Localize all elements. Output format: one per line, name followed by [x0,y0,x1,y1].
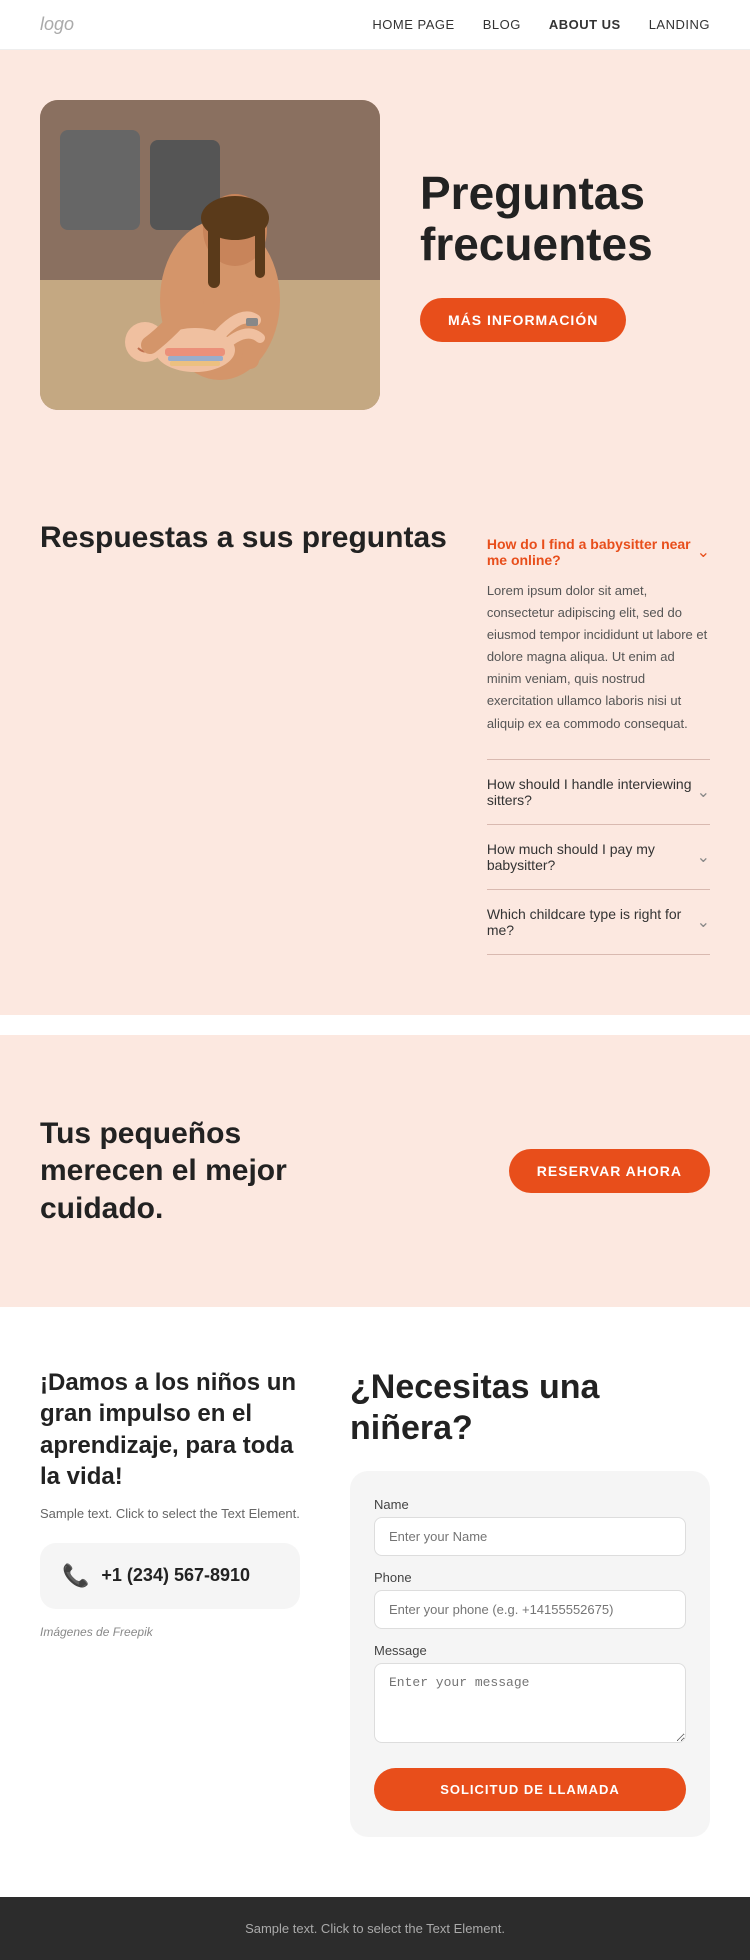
faq-item: How do I find a babysitter near me onlin… [487,520,710,760]
nav-logo: logo [40,14,74,35]
contact-sample-text: Sample text. Click to select the Text El… [40,1506,300,1521]
faq-question-text: How do I find a babysitter near me onlin… [487,536,697,568]
hero-cta-button[interactable]: MÁS INFORMACIÓN [420,298,626,342]
nav-link-home[interactable]: HOME PAGE [372,17,454,32]
freepik-credit: Imágenes de Freepik [40,1625,300,1639]
phone-icon: 📞 [62,1563,89,1589]
cta-band: Tus pequeños merecen el mejor cuidado. R… [0,1035,750,1308]
hero-image [40,100,380,410]
contact-form-title: ¿Necesitas una niñera? [350,1367,710,1449]
nav-link-blog[interactable]: BLOG [483,17,521,32]
hero-section: Preguntas frecuentes MÁS INFORMACIÓN [0,50,750,460]
faq-right: How do I find a babysitter near me onlin… [487,520,710,955]
contact-right: ¿Necesitas una niñera? Name Phone Messag… [350,1367,710,1837]
nav-link-about[interactable]: ABOUT US [549,17,621,32]
phone-box: 📞 +1 (234) 567-8910 [40,1543,300,1609]
faq-item: How much should I pay my babysitter?⌄ [487,825,710,890]
nav-links: HOME PAGE BLOG ABOUT US LANDING [372,17,710,32]
cta-title: Tus pequeños merecen el mejor cuidado. [40,1115,360,1228]
message-label: Message [374,1643,686,1658]
faq-section-title: Respuestas a sus preguntas [40,520,447,556]
faq-question-row[interactable]: Which childcare type is right for me?⌄ [487,906,710,938]
faq-question-row[interactable]: How do I find a babysitter near me onlin… [487,536,710,568]
faq-item: Which childcare type is right for me?⌄ [487,890,710,955]
chevron-down-icon: ⌄ [697,912,710,932]
faq-question-text: How should I handle interviewing sitters… [487,776,697,808]
faq-item: How should I handle interviewing sitters… [487,760,710,825]
phone-label: Phone [374,1570,686,1585]
form-card: Name Phone Message SOLICITUD DE LLAMADA [350,1471,710,1837]
faq-question-row[interactable]: How should I handle interviewing sitters… [487,776,710,808]
chevron-down-icon: ⌄ [697,542,710,562]
contact-left: ¡Damos a los niños un gran impulso en el… [40,1367,300,1837]
message-group: Message [374,1643,686,1748]
chevron-down-icon: ⌄ [697,847,710,867]
contact-left-title: ¡Damos a los niños un gran impulso en el… [40,1367,300,1492]
phone-group: Phone [374,1570,686,1629]
name-group: Name [374,1497,686,1556]
navbar: logo HOME PAGE BLOG ABOUT US LANDING [0,0,750,50]
phone-number: +1 (234) 567-8910 [101,1565,250,1586]
cta-reserve-button[interactable]: RESERVAR AHORA [509,1149,710,1193]
footer-text: Sample text. Click to select the Text El… [40,1921,710,1936]
faq-question-row[interactable]: How much should I pay my babysitter?⌄ [487,841,710,873]
hero-text: Preguntas frecuentes MÁS INFORMACIÓN [420,168,710,341]
nav-link-landing[interactable]: LANDING [649,17,710,32]
faq-answer-text: Lorem ipsum dolor sit amet, consectetur … [487,580,710,743]
faq-question-text: How much should I pay my babysitter? [487,841,697,873]
name-label: Name [374,1497,686,1512]
message-input[interactable] [374,1663,686,1743]
chevron-down-icon: ⌄ [697,782,710,802]
footer: Sample text. Click to select the Text El… [0,1897,750,1960]
phone-input[interactable] [374,1590,686,1629]
contact-section: ¡Damos a los niños un gran impulso en el… [0,1307,750,1897]
name-input[interactable] [374,1517,686,1556]
faq-question-text: Which childcare type is right for me? [487,906,697,938]
submit-button[interactable]: SOLICITUD DE LLAMADA [374,1768,686,1811]
faq-left: Respuestas a sus preguntas [40,520,447,955]
faq-section: Respuestas a sus preguntas How do I find… [0,460,750,1015]
hero-title: Preguntas frecuentes [420,168,710,269]
